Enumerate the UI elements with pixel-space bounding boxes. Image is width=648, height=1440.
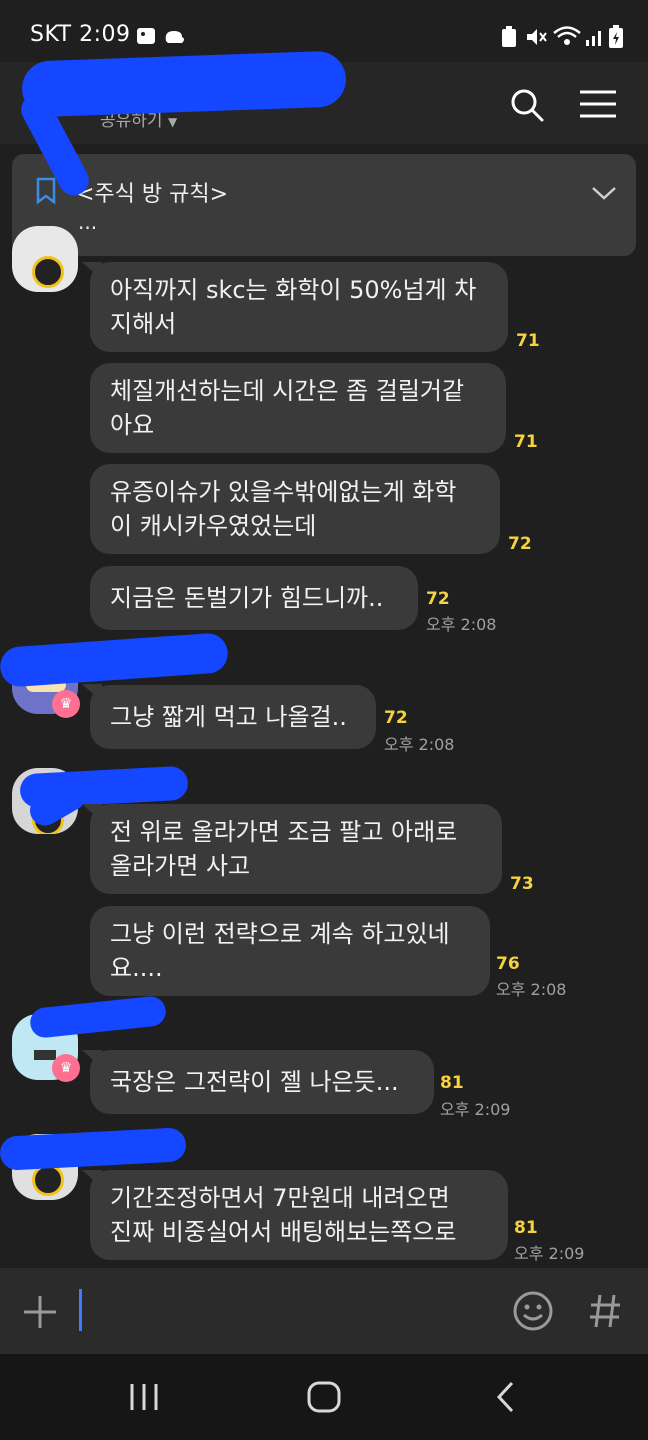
avatar[interactable] [12, 226, 78, 292]
gallery-icon [137, 28, 155, 44]
unread-count: 71 [516, 331, 540, 351]
carrier-time: SKT 2:09 [30, 22, 131, 47]
redaction-mark [0, 632, 230, 688]
crown-badge-icon: ♛ [52, 690, 80, 718]
hash-icon[interactable] [588, 1292, 622, 1330]
message-bubble[interactable]: 그냥 이런 전략으로 계속 하고있네 요.... [90, 906, 490, 996]
message-text: 전 위로 올라가면 조금 팔고 아래로 올라가면 사고 [110, 818, 458, 880]
redaction-mark [28, 994, 168, 1040]
message-bubble[interactable]: 체질개선하는데 시간은 좀 걸릴거같 아요 [90, 363, 506, 453]
wifi-icon [553, 26, 581, 45]
notice-preview: ... [78, 210, 98, 234]
unread-count: 81 [514, 1218, 538, 1238]
home-icon[interactable] [306, 1380, 342, 1414]
message-bubble[interactable]: 그냥 짧게 먹고 나올걸.. [90, 685, 376, 749]
message-input[interactable] [78, 1286, 478, 1334]
back-icon[interactable] [494, 1380, 518, 1414]
redaction-mark [21, 50, 347, 118]
message-text: 아직까지 skc는 화학이 50%넘게 차 지해서 [110, 276, 477, 338]
unread-count: 71 [514, 432, 538, 452]
notice-title: <주식 방 규칙> [76, 182, 229, 207]
unread-count: 76 [496, 954, 520, 974]
chevron-down-icon[interactable] [590, 184, 618, 202]
unread-count: 72 [384, 708, 408, 728]
recent-apps-icon[interactable] [128, 1382, 160, 1412]
message-text: 기간조정하면서 7만원대 내려오면 진짜 비중실어서 배팅해보는쪽으로 [110, 1184, 457, 1246]
message-bubble[interactable]: 유증이슈가 있을수밖에없는게 화학 이 캐시카우였었는데 [90, 464, 500, 554]
message-time: 오후 2:08 [384, 735, 455, 754]
message-text: 그냥 이런 전략으로 계속 하고있네 요.... [110, 920, 450, 982]
message-bubble[interactable]: 아직까지 skc는 화학이 50%넘게 차 지해서 [90, 262, 508, 352]
unread-count: 72 [426, 589, 450, 609]
message-time: 오후 2:08 [426, 615, 497, 634]
battery-saver-icon [502, 26, 516, 47]
message-time: 오후 2:09 [440, 1100, 511, 1119]
message-bubble[interactable]: 국장은 그전략이 젤 나은듯... [90, 1050, 434, 1114]
message-text: 지금은 돈벌기가 힘드니까.. [110, 584, 384, 612]
message-text: 체질개선하는데 시간은 좀 걸릴거같 아요 [110, 377, 465, 439]
cloud-icon [165, 31, 184, 43]
message-text: 유증이슈가 있을수밖에없는게 화학 이 캐시카우였었는데 [110, 478, 457, 540]
message-bubble[interactable]: 전 위로 올라가면 조금 팔고 아래로 올라가면 사고 [90, 804, 502, 894]
message-text: 국장은 그전략이 젤 나은듯... [110, 1068, 399, 1096]
emoji-icon[interactable] [512, 1290, 554, 1332]
message-bubble[interactable]: 기간조정하면서 7만원대 내려오면 진짜 비중실어서 배팅해보는쪽으로 [90, 1170, 508, 1260]
plus-icon[interactable] [22, 1294, 58, 1330]
message-bubble[interactable]: 지금은 돈벌기가 힘드니까.. [90, 566, 418, 630]
message-text: 그냥 짧게 먹고 나올걸.. [110, 703, 347, 731]
signal-icon [586, 31, 601, 46]
text-caret [79, 1289, 82, 1331]
unread-count: 72 [508, 534, 532, 554]
message-time: 오후 2:09 [514, 1244, 585, 1263]
mute-icon [527, 29, 547, 45]
unread-count: 81 [440, 1073, 464, 1093]
message-time: 오후 2:08 [496, 980, 567, 999]
battery-icon [609, 25, 623, 48]
search-icon[interactable] [508, 86, 546, 124]
crown-badge-icon: ♛ [52, 1054, 80, 1082]
menu-icon[interactable] [578, 88, 618, 120]
caret-down-icon: ▼ [167, 115, 178, 129]
unread-count: 73 [510, 874, 534, 894]
redaction-mark [0, 1127, 187, 1171]
